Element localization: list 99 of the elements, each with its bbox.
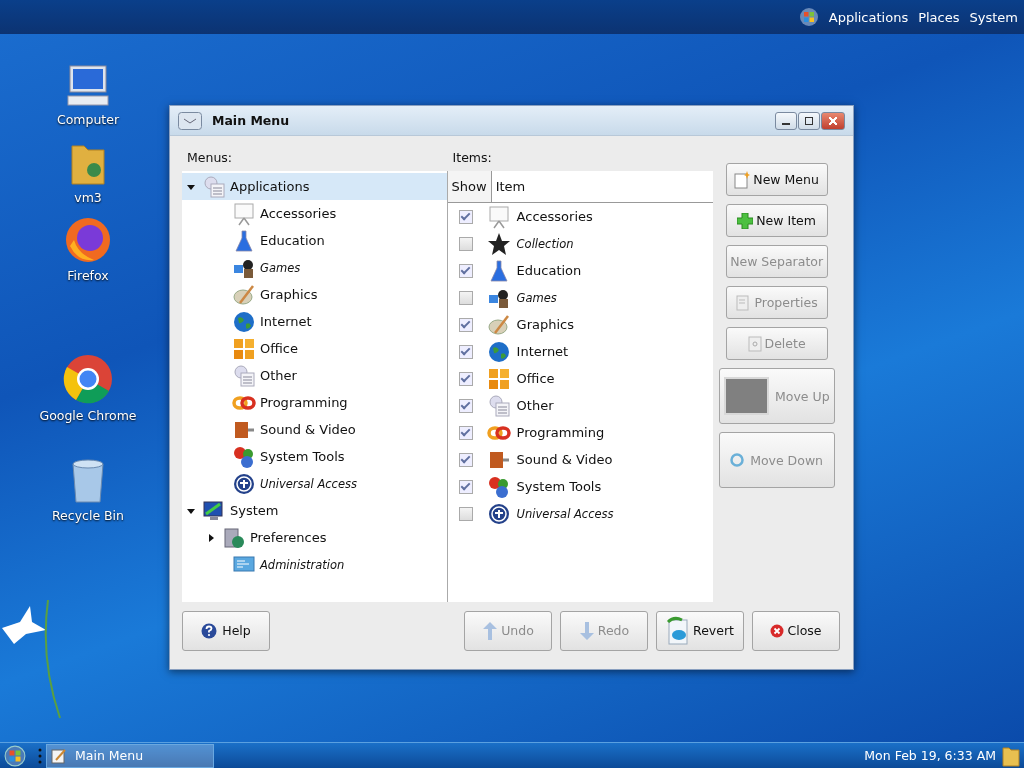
action-button[interactable]: New Item [725,204,828,237]
table-cell: System Tools [516,479,602,494]
new-document-icon [734,170,751,189]
items-label: Items: [451,149,493,167]
column-header[interactable]: Item [491,179,530,194]
checkbox[interactable] [458,209,473,224]
office-icon [232,336,256,361]
tools-icon [486,474,511,499]
maximize-button[interactable] [798,111,820,130]
blank-image-icon [723,377,769,415]
taskbar-button[interactable]: Main Menu [46,743,214,768]
globe-icon [232,309,256,334]
column-header[interactable]: Show [447,171,492,202]
checkbox[interactable] [458,263,473,278]
dialog-button[interactable]: Revert [656,610,744,651]
tree-item[interactable]: Internet [182,308,447,335]
panel-menu[interactable]: Places [918,7,960,27]
accessibility-icon [486,501,511,526]
checkbox[interactable] [458,371,473,386]
down-arrow-icon [578,621,595,640]
tree-item[interactable]: Education [182,227,447,254]
preferences-icon [222,525,246,550]
plus-icon [737,212,754,229]
up-arrow-icon [482,621,499,640]
clock[interactable]: Mon Feb 19, 6:33 AM [864,748,996,763]
document-gear-icon [486,393,511,418]
easel-icon [486,204,511,229]
tree-item[interactable]: System [182,497,447,524]
checkbox[interactable] [458,479,473,494]
close-button[interactable] [821,111,845,130]
panel-menu[interactable]: System [969,7,1018,27]
table-cell: Graphics [516,317,574,332]
minimize-button[interactable] [775,111,797,130]
tree-item[interactable]: Applications [182,173,447,200]
desktop-icon-label[interactable]: Firefox [67,268,109,283]
accessibility-icon [232,471,256,496]
document-gear-icon [232,363,256,388]
help-button[interactable]: Help [182,610,270,651]
monitor-icon [202,498,226,523]
collapsed-arrow-icon[interactable] [206,532,216,543]
star-icon [486,231,511,256]
easel-icon [232,201,256,226]
browser-icon[interactable] [63,354,113,404]
tree-item[interactable]: Preferences [182,524,447,551]
document-gear-icon [202,174,226,199]
window-title: Main Menu [212,113,291,128]
flask-icon [232,228,256,253]
computer-icon[interactable] [64,64,112,108]
tree-item[interactable]: System Tools [182,443,447,470]
tools-icon [232,444,256,469]
drag-handle-icon[interactable] [38,746,42,765]
tree-item[interactable]: Sound & Video [182,416,447,443]
desktop-icon-label[interactable]: Google Chrome [39,408,137,423]
close-icon [770,623,785,638]
desktop-icon-label[interactable]: Computer [56,112,120,127]
tree-item[interactable]: Graphics [182,281,447,308]
checkbox[interactable] [458,236,473,251]
notepad-icon [51,747,67,764]
desktop-icon-label[interactable]: vm3 [74,190,102,205]
tree-item[interactable]: Universal Access [182,470,447,497]
table-cell: Accessories [516,209,593,224]
action-button[interactable]: New Menu [725,163,828,196]
tree-item[interactable]: Accessories [182,200,447,227]
desktop-icon-label[interactable]: Recycle Bin [51,508,125,523]
checkbox[interactable] [458,425,473,440]
table-cell: Programming [516,425,605,440]
table-cell: Collection [516,236,574,251]
checkbox[interactable] [458,398,473,413]
help-icon [201,622,218,639]
office-icon [486,366,511,391]
table-cell: Education [516,263,582,278]
dialog-button[interactable]: Close [752,610,840,651]
table-cell: Other [516,398,554,413]
folder-icon[interactable] [1002,744,1020,767]
logo-icon[interactable] [798,7,819,27]
document-icon [735,294,752,311]
table-cell: Office [516,371,555,386]
checkbox[interactable] [458,290,473,305]
table-cell: Sound & Video [516,452,613,467]
tree-item[interactable]: Administration [182,551,447,578]
browser-icon[interactable] [64,216,112,264]
document-icon [747,335,762,352]
checkbox[interactable] [458,506,473,521]
table-cell: Universal Access [516,506,614,521]
checkbox[interactable] [458,452,473,467]
table-cell: Games [516,290,557,305]
checkbox[interactable] [458,317,473,332]
panel-menu[interactable]: Applications [828,7,909,27]
window-menu-icon[interactable] [178,111,202,130]
table-cell: Internet [516,344,569,359]
tree-item[interactable]: Other [182,362,447,389]
tree-item[interactable]: Office [182,335,447,362]
tree-item[interactable]: Programming [182,389,447,416]
globe-icon [486,339,511,364]
revert-icon [666,615,690,646]
menus-label: Menus: [186,149,234,167]
tree-item[interactable]: Games [182,254,447,281]
start-icon[interactable] [4,744,26,767]
checkbox[interactable] [458,344,473,359]
